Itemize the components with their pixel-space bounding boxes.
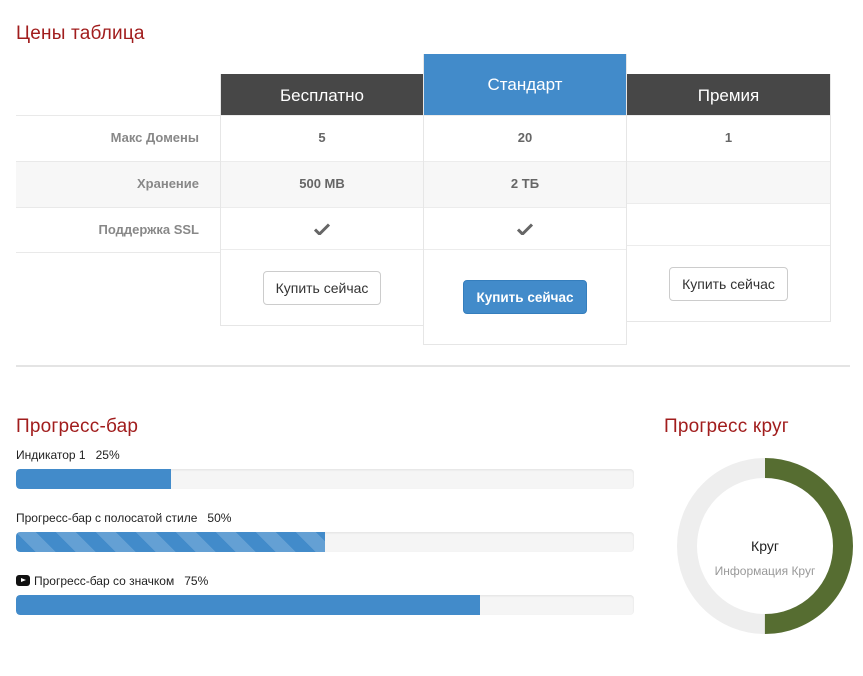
plan-free: Бесплатно 5 500 MB Купить сейчас <box>220 74 424 326</box>
buy-free-button[interactable]: Купить сейчас <box>262 270 382 305</box>
progress-label-2: Прогресс-бар с полосатой стиле 50% <box>16 511 231 525</box>
pricing-feature-labels: Макс Домены Хранение Поддержка SSL <box>16 115 220 253</box>
pricing-section-title: Цены таблица <box>16 23 145 44</box>
plan-standard-action: Купить сейчас <box>424 249 626 344</box>
plan-premium-storage <box>627 161 830 203</box>
feature-label-storage: Хранение <box>16 161 220 207</box>
progress-percent: 50% <box>207 511 232 525</box>
plan-free-action: Купить сейчас <box>221 249 423 325</box>
progress-percent: 75% <box>184 574 209 588</box>
plan-standard-ssl <box>424 207 626 249</box>
progress-circle-label: Круг <box>751 538 779 554</box>
plan-premium: Премия 1 Купить сейчас <box>626 74 831 322</box>
plan-premium-action: Купить сейчас <box>627 245 830 321</box>
youtube-icon <box>16 575 30 586</box>
plan-free-header: Бесплатно <box>221 74 423 115</box>
plan-standard-domains: 20 <box>424 115 626 161</box>
progress-percent: 25% <box>95 448 120 462</box>
plan-standard: Стандарт 20 2 ТБ Купить сейчас <box>423 54 627 345</box>
progress-circle-sublabel: Информация Круг <box>714 564 816 578</box>
progress-bar-3 <box>16 595 634 615</box>
plan-premium-ssl <box>627 203 830 245</box>
buy-standard-button[interactable]: Купить сейчас <box>463 280 587 314</box>
circle-section-title: Прогресс круг <box>664 416 789 437</box>
progress-fill-3 <box>16 595 480 615</box>
progress-label-text: Прогресс-бар со значком <box>34 574 175 588</box>
progress-label-text: Прогресс-бар с полосатой стиле <box>16 511 198 525</box>
progress-fill-1 <box>16 469 171 489</box>
plan-free-domains: 5 <box>221 115 423 161</box>
feature-label-ssl: Поддержка SSL <box>16 207 220 253</box>
check-icon <box>517 223 533 235</box>
plan-free-ssl <box>221 207 423 249</box>
progress-fill-2 <box>16 532 325 552</box>
section-divider <box>16 365 850 367</box>
plan-premium-domains: 1 <box>627 115 830 161</box>
progress-bar-1 <box>16 469 634 489</box>
progress-label-text: Индикатор 1 <box>16 448 86 462</box>
buy-premium-button[interactable]: Купить сейчас <box>669 266 788 301</box>
progress-label-3: Прогресс-бар со значком 75% <box>16 574 208 588</box>
check-icon <box>314 223 330 235</box>
progress-label-1: Индикатор 1 25% <box>16 448 120 462</box>
plan-standard-storage: 2 ТБ <box>424 161 626 207</box>
plan-standard-header: Стандарт <box>424 54 626 115</box>
progress-section-title: Прогресс-бар <box>16 416 139 437</box>
plan-free-storage: 500 MB <box>221 161 423 207</box>
plan-premium-header: Премия <box>627 74 830 115</box>
feature-label-domains: Макс Домены <box>16 115 220 161</box>
progress-bar-2 <box>16 532 634 552</box>
